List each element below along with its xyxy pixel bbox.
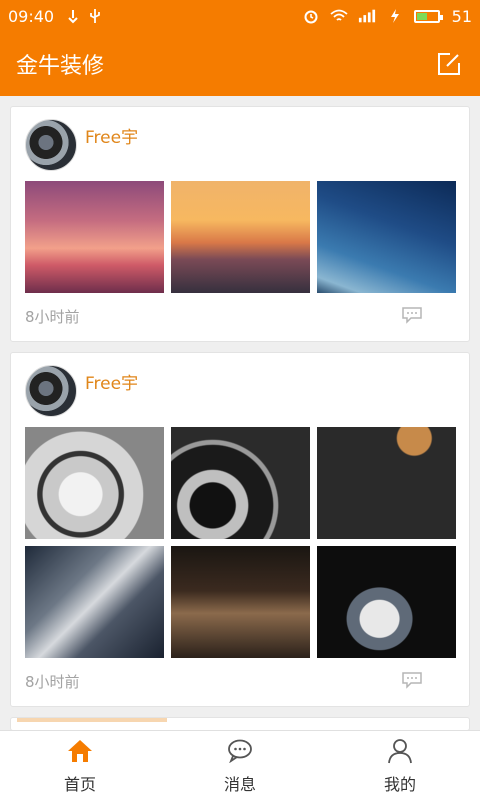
comment-icon[interactable] <box>401 306 425 326</box>
photo-grid <box>25 427 456 658</box>
feed-list[interactable]: Free宇 8小时前 Free宇 8小时前 <box>0 96 480 730</box>
post-card-partial[interactable] <box>10 717 470 730</box>
app-bar: 金牛装修 <box>0 32 480 96</box>
user-icon <box>386 737 414 765</box>
page-title: 金牛装修 <box>16 54 105 79</box>
golf-clubs-photo[interactable] <box>25 546 164 658</box>
interior-chair-photo[interactable] <box>171 546 310 658</box>
tab-home[interactable]: 首页 <box>0 731 160 800</box>
bottom-tab-bar: 首页 消息 我的 <box>0 730 480 800</box>
sunset-sea-photo[interactable] <box>25 181 164 293</box>
wifi-icon <box>330 7 348 25</box>
signal-icon <box>358 7 376 25</box>
usb-icon <box>86 7 104 25</box>
post-card[interactable]: Free宇 8小时前 <box>10 106 470 342</box>
tab-label: 消息 <box>223 774 256 794</box>
post-time: 8小时前 <box>25 307 80 326</box>
camera-lens-photo[interactable] <box>25 427 164 539</box>
status-bar: 09:40 51 <box>0 0 480 32</box>
tab-profile[interactable]: 我的 <box>320 731 480 800</box>
feather-photo[interactable] <box>317 546 456 658</box>
photo-grid <box>25 181 456 293</box>
tab-label: 我的 <box>383 774 416 794</box>
post-card[interactable]: Free宇 8小时前 <box>10 352 470 707</box>
avatar[interactable] <box>25 365 77 417</box>
usb-debug-icon <box>64 7 82 25</box>
post-username[interactable]: Free宇 <box>85 123 138 148</box>
comment-icon[interactable] <box>401 671 425 691</box>
charging-icon <box>386 7 404 25</box>
status-time: 09:40 <box>8 6 55 26</box>
alarm-icon <box>302 7 320 25</box>
battery-level: 51 <box>451 6 472 26</box>
starry-sky-photo[interactable] <box>317 181 456 293</box>
spoons-spices-photo[interactable] <box>317 427 456 539</box>
battery-icon <box>413 9 443 23</box>
chat-icon <box>226 737 254 765</box>
tab-label: 首页 <box>63 774 96 794</box>
post-username[interactable]: Free宇 <box>85 369 138 394</box>
avatar[interactable] <box>25 119 77 171</box>
edit-icon[interactable] <box>434 49 464 79</box>
sunset-clouds-photo[interactable] <box>171 181 310 293</box>
tab-messages[interactable]: 消息 <box>160 731 320 800</box>
home-icon <box>66 737 94 765</box>
motorcycle-engine-photo[interactable] <box>171 427 310 539</box>
post-time: 8小时前 <box>25 672 80 691</box>
